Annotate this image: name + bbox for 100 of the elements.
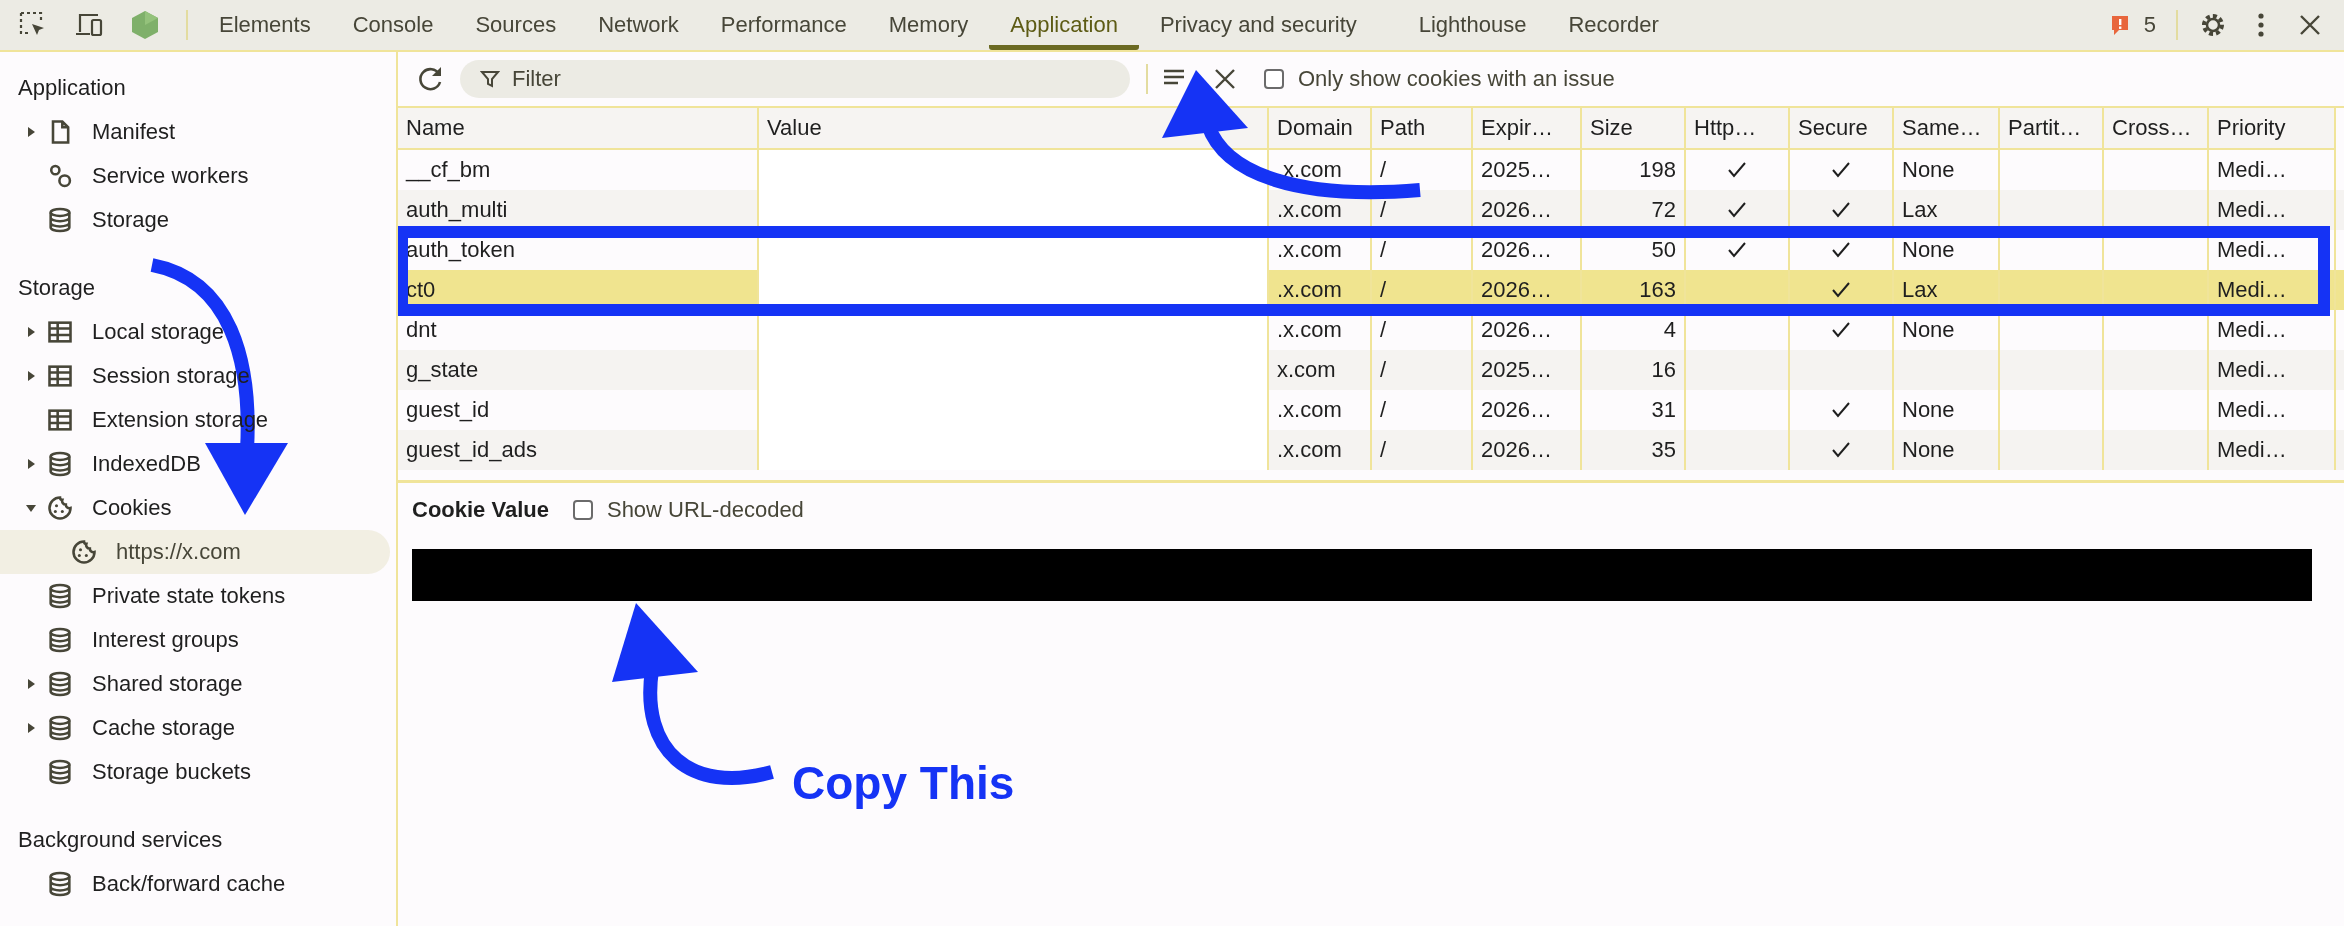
column-header[interactable]: Http… (1686, 108, 1790, 150)
database-icon (46, 450, 74, 478)
panel-tab[interactable]: Lighthouse (1397, 0, 1548, 50)
panel-tab[interactable]: Privacy and security (1138, 0, 1378, 50)
table-icon (46, 362, 74, 390)
table-row[interactable]: guest_id_ads .x.com / 2026… 35 None Medi… (398, 430, 2344, 470)
panel-tab[interactable]: Elements (198, 0, 332, 50)
database-icon (46, 206, 74, 234)
table-cell: / (1380, 357, 1387, 383)
panel-tab[interactable]: Network (577, 0, 700, 50)
section-heading: Storage (18, 275, 96, 301)
sidebar-item[interactable]: IndexedDB (0, 442, 390, 486)
sidebar-item[interactable]: Interest groups (0, 618, 390, 662)
table-row[interactable]: g_state x.com / 2025… 16 Medi… (398, 350, 2344, 390)
table-cell: None (1902, 317, 1955, 343)
table-cell: guest_id (406, 397, 490, 423)
panel-tab[interactable]: Recorder (1547, 0, 1680, 50)
sidebar-item[interactable]: Cache storage (0, 706, 390, 750)
column-header[interactable]: Name (398, 108, 759, 150)
table-cell: g_state (406, 357, 479, 383)
table-cell: 198 (1639, 157, 1676, 183)
column-header[interactable]: Value (759, 108, 1269, 150)
expand-icon[interactable] (25, 722, 37, 734)
sidebar-item[interactable]: Manifest (0, 110, 390, 154)
database-icon (46, 758, 74, 786)
checkbox[interactable] (1264, 69, 1284, 89)
section-heading: Application (18, 75, 126, 101)
sidebar-item[interactable]: Back/forward cache (0, 862, 390, 906)
section-heading: Background services (18, 827, 223, 853)
expand-icon[interactable] (25, 326, 37, 338)
table-cell: / (1380, 237, 1387, 263)
sidebar-item[interactable]: https://x.com (0, 530, 390, 574)
more-icon[interactable] (2256, 11, 2266, 39)
table-cell: / (1380, 317, 1387, 343)
table-cell: dnt (406, 317, 437, 343)
table-icon (46, 318, 74, 346)
panel-tab[interactable]: Application (989, 0, 1139, 50)
warning-icon[interactable] (2109, 14, 2130, 36)
column-header[interactable]: Expir… (1473, 108, 1582, 150)
table-cell: .x.com (1277, 397, 1342, 423)
table-cell: x.com (1277, 357, 1336, 383)
table-cell: Medi… (2217, 437, 2287, 463)
column-header[interactable]: Path (1372, 108, 1473, 150)
expand-icon[interactable] (25, 458, 37, 470)
column-header[interactable]: Priority (2209, 108, 2336, 150)
close-icon[interactable] (2298, 13, 2322, 37)
panel-title: Cookie Value (412, 497, 549, 523)
collapse-icon[interactable] (25, 502, 37, 514)
filter-field[interactable]: Filter (460, 60, 1130, 98)
table-cell: None (1902, 237, 1955, 263)
sidebar-item[interactable]: Local storage (0, 310, 390, 354)
table-cell: 2025… (1481, 157, 1552, 183)
checkbox[interactable] (572, 500, 593, 520)
table-cell: 163 (1639, 277, 1676, 303)
sidebar-item[interactable]: Service workers (0, 154, 390, 198)
sidebar-item[interactable]: Cookies (0, 486, 390, 530)
table-cell: 72 (1651, 197, 1676, 223)
column-header[interactable]: Partit… (2000, 108, 2104, 150)
table-cell: / (1380, 437, 1387, 463)
expand-icon[interactable] (25, 126, 37, 138)
table-cell: Medi… (2217, 157, 2287, 183)
table-cell: 2026… (1481, 437, 1552, 463)
table-cell: auth_multi (406, 197, 508, 223)
table-cell: 35 (1651, 437, 1676, 463)
database-icon (46, 870, 74, 898)
table-cell: .x.com (1277, 237, 1342, 263)
filter-icon (480, 69, 500, 89)
table-cell: guest_id_ads (406, 437, 537, 463)
database-icon (46, 582, 74, 610)
table-cell: Medi… (2217, 357, 2287, 383)
panel-tab[interactable]: Memory (867, 0, 990, 50)
table-cell: None (1902, 397, 1955, 423)
sidebar-item[interactable]: Private state tokens (0, 574, 390, 618)
table-cell: 2026… (1481, 317, 1552, 343)
expand-icon[interactable] (25, 370, 37, 382)
table-cell: 2026… (1481, 397, 1552, 423)
sidebar-item[interactable]: Storage buckets (0, 750, 390, 794)
column-header[interactable]: Cross… (2104, 108, 2209, 150)
issues-count[interactable]: 5 (2143, 12, 2156, 38)
checkbox-label[interactable]: Show URL-decoded (606, 497, 804, 523)
column-header[interactable]: Same… (1894, 108, 2000, 150)
panel-tab[interactable]: Console (331, 0, 455, 50)
table-cell: .x.com (1277, 437, 1342, 463)
column-header[interactable]: Size (1582, 108, 1686, 150)
cookie-icon (46, 494, 74, 522)
table-cell: 2025… (1481, 357, 1552, 383)
table-cell: __cf_bm (406, 157, 491, 183)
column-header[interactable]: Secure (1790, 108, 1894, 150)
table-cell: 4 (1663, 317, 1676, 343)
checkbox-label[interactable]: Only show cookies with an issue (1298, 66, 1615, 92)
table-cell: / (1380, 397, 1387, 423)
sidebar-item[interactable]: Storage (0, 198, 390, 242)
sidebar-item[interactable]: Shared storage (0, 662, 390, 706)
panel-tab[interactable]: Performance (699, 0, 868, 50)
table-cell: Lax (1902, 277, 1938, 303)
clear-icon[interactable] (1214, 68, 1236, 90)
panel-tab[interactable]: Sources (454, 0, 578, 50)
expand-icon[interactable] (25, 678, 37, 690)
table-cell: .x.com (1277, 317, 1342, 343)
column-header[interactable]: Domain (1269, 108, 1372, 150)
